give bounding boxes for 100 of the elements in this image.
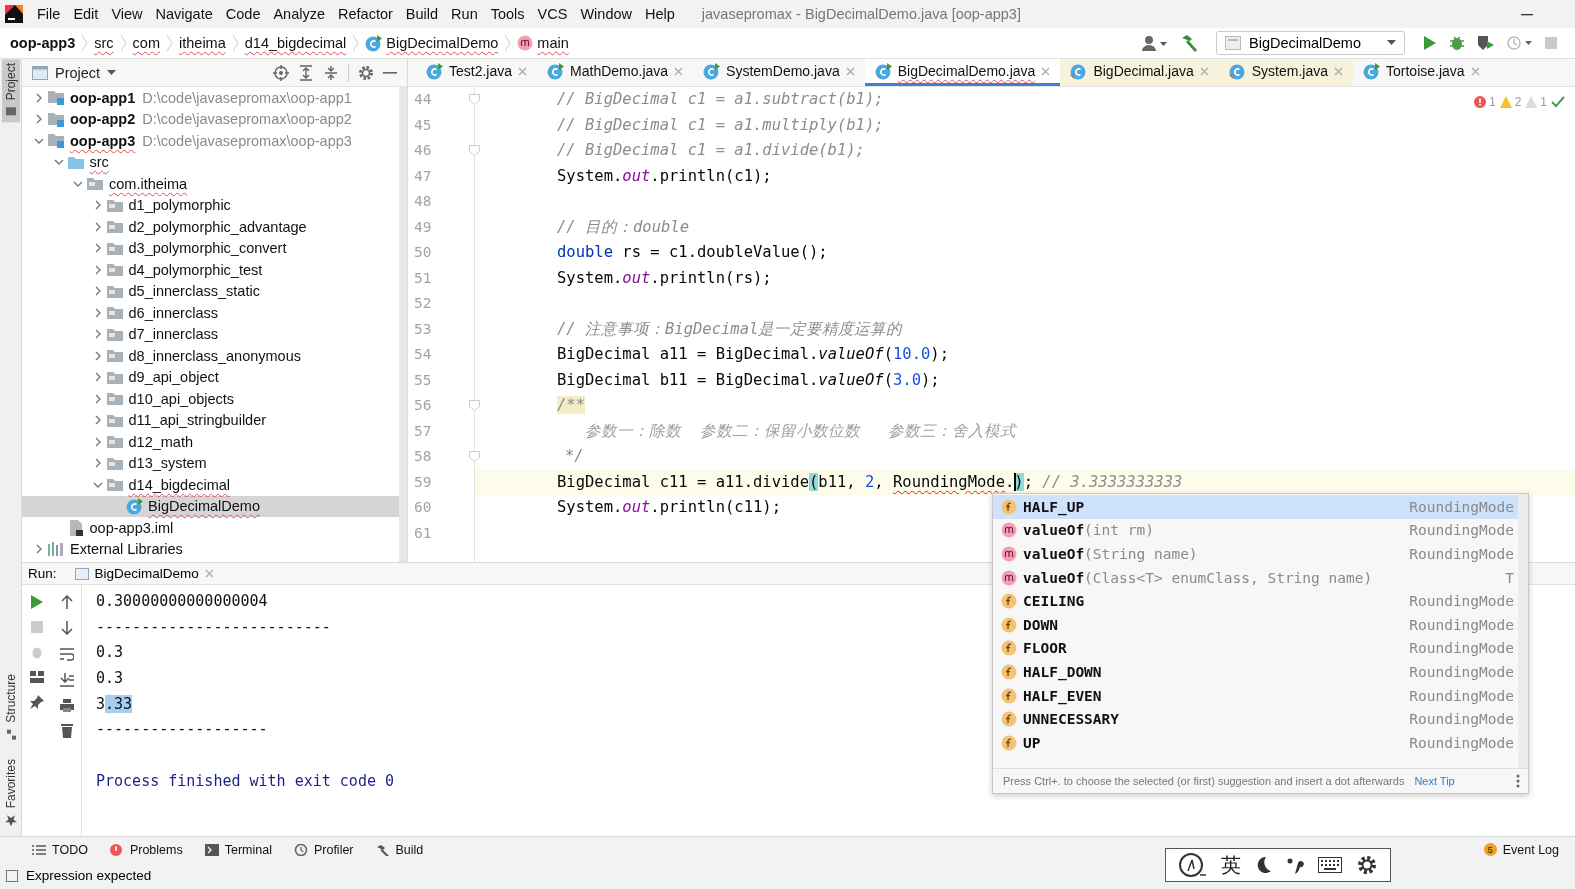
fold-marker-icon[interactable]: [469, 145, 480, 156]
completion-item[interactable]: CEILING RoundingMode: [993, 589, 1518, 613]
menu-item[interactable]: Code: [219, 6, 267, 22]
run-configuration-dropdown[interactable]: BigDecimalDemo: [1216, 31, 1405, 55]
next-tip-link[interactable]: Next Tip: [1414, 775, 1455, 787]
editor-tab[interactable]: BigDecimal.java: [1060, 59, 1219, 86]
tree-item[interactable]: oop-app3 D:\code\javasepromax\oop-app3: [22, 130, 399, 152]
expand-all-icon[interactable]: [298, 64, 314, 81]
fold-marker-icon[interactable]: [469, 94, 480, 105]
menu-item[interactable]: Analyze: [267, 6, 332, 22]
tool-window-button[interactable]: TODO: [32, 842, 88, 857]
tree-item[interactable]: d12_math: [22, 431, 399, 453]
tree-item[interactable]: d10_api_objects: [22, 388, 399, 410]
up-arrow-icon[interactable]: [60, 595, 73, 609]
collapse-all-icon[interactable]: [323, 64, 339, 81]
ime-logo-icon[interactable]: [1179, 852, 1208, 878]
menu-item[interactable]: Navigate: [149, 6, 219, 22]
tool-window-button[interactable]: Favorites: [1, 754, 20, 830]
tree-item[interactable]: d4_polymorphic_test: [22, 259, 399, 281]
project-view-dropdown[interactable]: Project: [32, 64, 155, 81]
tree-item[interactable]: d8_innerclass_anonymous: [22, 345, 399, 367]
completion-item[interactable]: valueOf(Class<T> enumClass, String name) T: [993, 565, 1518, 590]
breadcrumb[interactable]: itheima: [179, 35, 226, 51]
completion-item[interactable]: valueOf(int rm) RoundingMode: [993, 518, 1518, 543]
tree-item[interactable]: oop-app1 D:\code\javasepromax\oop-app1: [22, 87, 399, 109]
input-mode-toggle[interactable]: 英: [1221, 851, 1242, 879]
pin-icon[interactable]: [30, 695, 44, 709]
tree-item[interactable]: d13_system: [22, 452, 399, 474]
hammer-icon[interactable]: [1180, 34, 1198, 52]
breadcrumb[interactable]: BigDecimalDemo: [386, 35, 499, 51]
menu-item[interactable]: VCS: [531, 6, 574, 22]
tree-item[interactable]: d9_api_object: [22, 366, 399, 388]
print-icon[interactable]: [59, 699, 74, 712]
tree-item[interactable]: d6_innerclass: [22, 302, 399, 324]
run-tab[interactable]: BigDecimalDemo: [68, 566, 220, 581]
completion-item[interactable]: UP RoundingMode: [993, 730, 1518, 755]
user-icon[interactable]: [1142, 35, 1168, 51]
tree-item[interactable]: BigDecimalDemo: [22, 495, 399, 517]
editor-tab[interactable]: Test2.java: [416, 59, 538, 86]
run-icon[interactable]: [31, 595, 43, 609]
completion-item[interactable]: UNNECESSARY RoundingMode: [993, 707, 1518, 731]
menu-item[interactable]: Tools: [484, 6, 531, 22]
completion-item[interactable]: HALF_UP RoundingMode: [993, 495, 1518, 519]
tool-window-button[interactable]: Build: [375, 842, 424, 857]
tree-item[interactable]: External Libraries: [22, 538, 399, 560]
tool-window-button[interactable]: Project: [1, 59, 20, 123]
more-options-icon[interactable]: [1516, 774, 1520, 788]
menu-item[interactable]: Edit: [67, 6, 105, 22]
menu-item[interactable]: File: [31, 6, 67, 22]
event-log-button[interactable]: 5 Event Log: [1483, 842, 1559, 857]
completion-item[interactable]: FLOOR RoundingMode: [993, 636, 1518, 661]
tree-item[interactable]: d14_bigdecimal: [22, 474, 399, 496]
tool-window-button[interactable]: Terminal: [204, 842, 272, 857]
tree-item[interactable]: oop-app3.iml: [22, 517, 399, 539]
breadcrumb[interactable]: src: [94, 35, 114, 51]
editor-tab[interactable]: Tortoise.java: [1353, 59, 1490, 86]
editor-tab[interactable]: SystemDemo.java: [693, 59, 865, 86]
tree-item[interactable]: d1_polymorphic: [22, 194, 399, 216]
run-icon[interactable]: [1423, 35, 1437, 51]
settings-icon[interactable]: [1356, 855, 1377, 875]
scroll-to-end-icon[interactable]: [59, 673, 74, 687]
breadcrumb[interactable]: com: [132, 35, 160, 51]
tool-window-button[interactable]: Structure: [1, 669, 20, 745]
tool-window-button[interactable]: Problems: [109, 842, 183, 857]
tree-item[interactable]: d11_api_stringbuilder: [22, 409, 399, 431]
tool-window-button[interactable]: Profiler: [293, 842, 354, 857]
fold-marker-icon[interactable]: [469, 400, 480, 411]
completion-item[interactable]: valueOf(String name) RoundingMode: [993, 542, 1518, 566]
menu-item[interactable]: Help: [639, 6, 681, 22]
moon-icon[interactable]: [1255, 855, 1272, 875]
keyboard-icon[interactable]: [1318, 857, 1343, 873]
coverage-icon[interactable]: [1477, 35, 1495, 51]
menu-item[interactable]: Run: [445, 6, 484, 22]
tree-item[interactable]: d2_polymorphic_advantage: [22, 216, 399, 238]
window-icon[interactable]: [6, 869, 18, 882]
breadcrumb[interactable]: main: [537, 35, 569, 51]
down-arrow-icon[interactable]: [60, 621, 73, 635]
menu-item[interactable]: Build: [399, 6, 445, 22]
tree-item[interactable]: com.itheima: [22, 173, 399, 195]
menu-item[interactable]: Window: [574, 6, 638, 22]
tree-item[interactable]: oop-app2 D:\code\javasepromax\oop-app2: [22, 108, 399, 130]
breadcrumb[interactable]: oop-app3: [10, 35, 76, 51]
editor-tab[interactable]: MathDemo.java: [537, 59, 694, 86]
tree-item[interactable]: src: [22, 151, 399, 173]
debug-icon[interactable]: [1449, 35, 1465, 51]
settings-icon[interactable]: [358, 64, 374, 81]
completion-item[interactable]: HALF_DOWN RoundingMode: [993, 660, 1518, 684]
layout-icon[interactable]: [30, 671, 44, 683]
menu-item[interactable]: View: [105, 6, 149, 22]
profiler-icon[interactable]: [1507, 35, 1533, 51]
trash-icon[interactable]: [60, 724, 73, 738]
completion-item[interactable]: DOWN RoundingMode: [993, 612, 1518, 637]
tree-item[interactable]: d7_innerclass: [22, 323, 399, 345]
locate-icon[interactable]: [273, 64, 289, 81]
soft-wrap-icon[interactable]: [59, 647, 74, 661]
fold-marker-icon[interactable]: [469, 451, 480, 462]
tree-item[interactable]: d3_polymorphic_convert: [22, 237, 399, 259]
breadcrumb[interactable]: d14_bigdecimal: [244, 35, 347, 51]
tree-item[interactable]: d5_innerclass_static: [22, 280, 399, 302]
menu-item[interactable]: Refactor: [332, 6, 399, 22]
